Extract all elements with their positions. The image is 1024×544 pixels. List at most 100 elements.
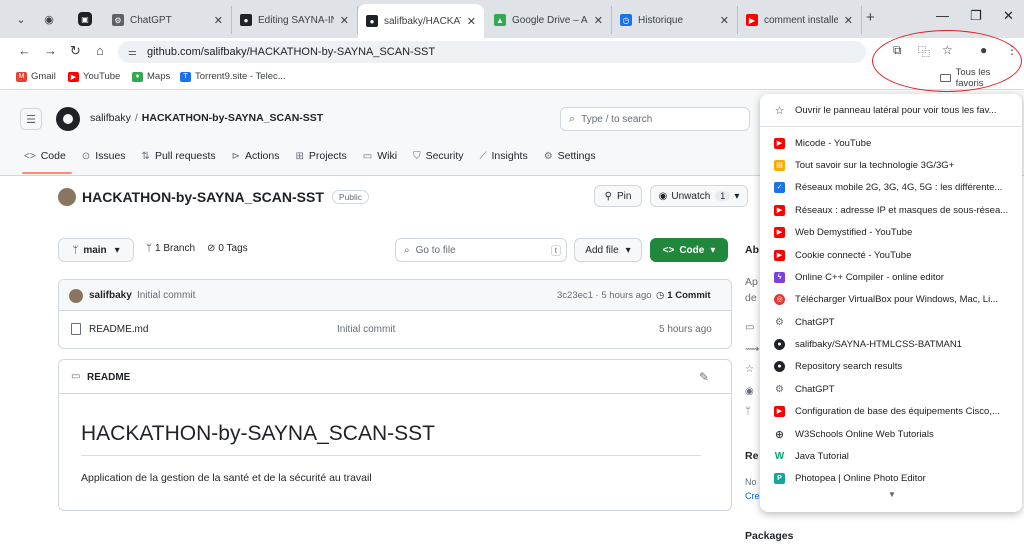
tab-insights[interactable]: ⟋ Insights	[480, 147, 528, 165]
menu-item-label: Réseaux mobile 2G, 3G, 4G, 5G : les diff…	[795, 181, 1003, 193]
cast-icon[interactable]: ⧉	[893, 43, 902, 58]
reload-icon[interactable]: ↻	[70, 43, 81, 59]
favorite-item[interactable]: ● salifbaky/SAYNA-HTMLCSS-BATMAN1	[760, 333, 1022, 355]
minimize-icon[interactable]: —	[936, 8, 949, 23]
favorite-item[interactable]: ▤ Tout savoir sur la technologie 3G/3G+	[760, 154, 1022, 176]
back-icon[interactable]: ←	[18, 43, 31, 58]
fork-icon[interactable]: ᛘ	[745, 406, 751, 417]
divider	[760, 126, 1022, 127]
all-favorites-button[interactable]: Tous les favoris	[934, 67, 1024, 89]
table-row[interactable]: README.md Initial commit 5 hours ago	[59, 311, 731, 348]
tab-security[interactable]: ⛉ Security	[413, 147, 463, 165]
file-name[interactable]: README.md	[89, 324, 148, 335]
pin-button[interactable]: ⚲ Pin	[594, 185, 642, 207]
readme-tab[interactable]: README	[87, 372, 130, 383]
site-settings-icon[interactable]: ⚌	[128, 47, 137, 58]
home-icon[interactable]: ⌂	[96, 43, 104, 58]
favorite-item[interactable]: ▶ Réseaux : adresse IP et masques de sous…	[760, 199, 1022, 221]
chevron-down-icon: ▾	[734, 190, 740, 202]
open-side-panel-item[interactable]: ☆ Ouvrir le panneau latéral pour voir to…	[760, 99, 1022, 121]
tab-issues[interactable]: ⊙ Issues	[82, 147, 126, 165]
hamburger-menu-icon[interactable]: ☰	[20, 108, 42, 130]
tab-close-icon[interactable]: ✕	[467, 15, 476, 28]
bookmark-maps[interactable]: ♦ Maps	[132, 71, 170, 82]
favorite-item[interactable]: ⚙ ChatGPT	[760, 311, 1022, 333]
branch-selector[interactable]: ᛘ main ▾	[58, 238, 134, 262]
tab-close-icon[interactable]: ✕	[340, 14, 349, 27]
favorite-item[interactable]: ⊕ W3Schools Online Web Tutorials	[760, 423, 1022, 445]
code-button[interactable]: <> Code ▾	[650, 238, 728, 262]
commit-sha[interactable]: 3c23ec1 · 5 hours ago	[557, 290, 652, 301]
owner-avatar[interactable]	[58, 188, 76, 206]
tab-editing[interactable]: ● Editing SAYNA-IN ✕	[232, 6, 358, 34]
favorite-item[interactable]: ▶ Cookie connecté - YouTube	[760, 244, 1022, 266]
tab-close-icon[interactable]: ✕	[720, 14, 729, 27]
tab-close-icon[interactable]: ✕	[214, 14, 223, 27]
address-bar[interactable]: ⚌ github.com/salifbaky/HACKATHON-by-SAYN…	[118, 41, 866, 63]
breadcrumb-repo[interactable]: HACKATHON-by-SAYNA_SCAN-SST	[142, 112, 323, 124]
tags-link[interactable]: ⊘ 0 Tags	[207, 243, 248, 254]
commit-message[interactable]: Initial commit	[137, 290, 195, 301]
tab-label: Insights	[491, 150, 528, 162]
branches-link[interactable]: ᛘ1 Branch	[146, 243, 195, 254]
edit-pencil-icon[interactable]: ✎	[699, 370, 709, 384]
eye-icon[interactable]: ◉	[745, 386, 754, 397]
tab-google-drive[interactable]: ▲ Google Drive – Ap ✕	[486, 6, 612, 34]
breadcrumb-owner[interactable]: salifbaky	[90, 112, 131, 124]
unwatch-button[interactable]: ◉ Unwatch 1 ▾	[650, 185, 748, 207]
add-file-button[interactable]: Add file ▾	[574, 238, 642, 262]
new-tab-icon[interactable]: +	[866, 9, 875, 26]
github-search-input[interactable]: ⌕ Type / to search	[560, 107, 750, 131]
divider	[81, 455, 701, 456]
commit-author[interactable]: salifbaky	[89, 290, 132, 301]
favorite-item[interactable]: ◎ Télécharger VirtualBox pour Windows, Ma…	[760, 288, 1022, 310]
favorite-item[interactable]: ✓ Réseaux mobile 2G, 3G, 4G, 5G : les dif…	[760, 176, 1022, 198]
tab-close-icon[interactable]: ✕	[594, 14, 603, 27]
menu-item-label: Online C++ Compiler - online editor	[795, 271, 944, 283]
favorite-item[interactable]: ● Repository search results	[760, 355, 1022, 377]
favorite-item[interactable]: P Photopea | Online Photo Editor	[760, 467, 1022, 489]
favorite-item[interactable]: ⚙ ChatGPT	[760, 378, 1022, 400]
create-release-link[interactable]: Cre	[745, 491, 760, 501]
restore-icon[interactable]: ❐	[970, 8, 982, 24]
tab-code[interactable]: <> Code	[24, 147, 66, 165]
bookmark-star-icon[interactable]: ☆	[942, 43, 953, 57]
tab-wiki[interactable]: ▭ Wiki	[363, 147, 397, 165]
scroll-down-icon[interactable]: ▼	[888, 490, 896, 499]
close-window-icon[interactable]: ✕	[1003, 8, 1014, 24]
tab-chatgpt[interactable]: ⚙ ChatGPT ✕	[104, 6, 232, 34]
profile-avatar-icon[interactable]: ●	[980, 43, 987, 57]
tab-pull-requests[interactable]: ⇅ Pull requests	[142, 147, 216, 165]
favorite-item[interactable]: ▶ Micode - YouTube	[760, 132, 1022, 154]
github-logo-icon[interactable]	[56, 107, 80, 131]
bookmark-gmail[interactable]: M Gmail	[16, 71, 56, 82]
menu-kebab-icon[interactable]: ⋮	[1006, 43, 1018, 57]
favorite-item[interactable]: ϟ Online C++ Compiler - online editor	[760, 266, 1022, 288]
tab-settings[interactable]: ⚙ Settings	[544, 147, 596, 165]
tab-active-repo[interactable]: ● salifbaky/HACKAT ✕	[358, 4, 484, 38]
favorite-item[interactable]: W Java Tutorial	[760, 445, 1022, 467]
tab-search-icon[interactable]: ⌄	[10, 8, 32, 30]
file-commit-message[interactable]: Initial commit	[337, 324, 395, 335]
tab-youtube[interactable]: ▶ comment installer ✕	[738, 6, 862, 34]
pinned-tab-icon[interactable]: ▣	[78, 12, 92, 26]
book-icon[interactable]: ▭	[745, 322, 754, 333]
star-icon[interactable]: ☆	[745, 364, 754, 375]
commit-avatar[interactable]	[69, 289, 83, 303]
tab-actions[interactable]: ⊳ Actions	[232, 147, 280, 165]
tab-projects[interactable]: ⊞ Projects	[295, 147, 346, 165]
forward-icon[interactable]: →	[44, 43, 57, 58]
commit-count-link[interactable]: ◷ 1 Commit	[656, 290, 711, 301]
pin-icon: ⚲	[604, 190, 612, 202]
releases-heading: Re	[745, 450, 759, 462]
tab-close-icon[interactable]: ✕	[844, 14, 853, 27]
translate-icon[interactable]: ⿻	[918, 43, 930, 60]
bookmark-torrent9[interactable]: T Torrent9.site - Telec...	[180, 71, 286, 82]
tab-history[interactable]: ◷ Historique ✕	[612, 6, 738, 34]
favorite-item[interactable]: ▶ Configuration de base des équipements C…	[760, 400, 1022, 422]
go-to-file-input[interactable]: ⌕ Go to file t	[395, 238, 567, 262]
activity-icon[interactable]: ⟿	[745, 344, 759, 355]
favorite-item[interactable]: ▶ Web Demystified - YouTube	[760, 221, 1022, 243]
book-icon: ▭	[71, 371, 81, 382]
bookmark-youtube[interactable]: ▶ YouTube	[68, 71, 120, 82]
